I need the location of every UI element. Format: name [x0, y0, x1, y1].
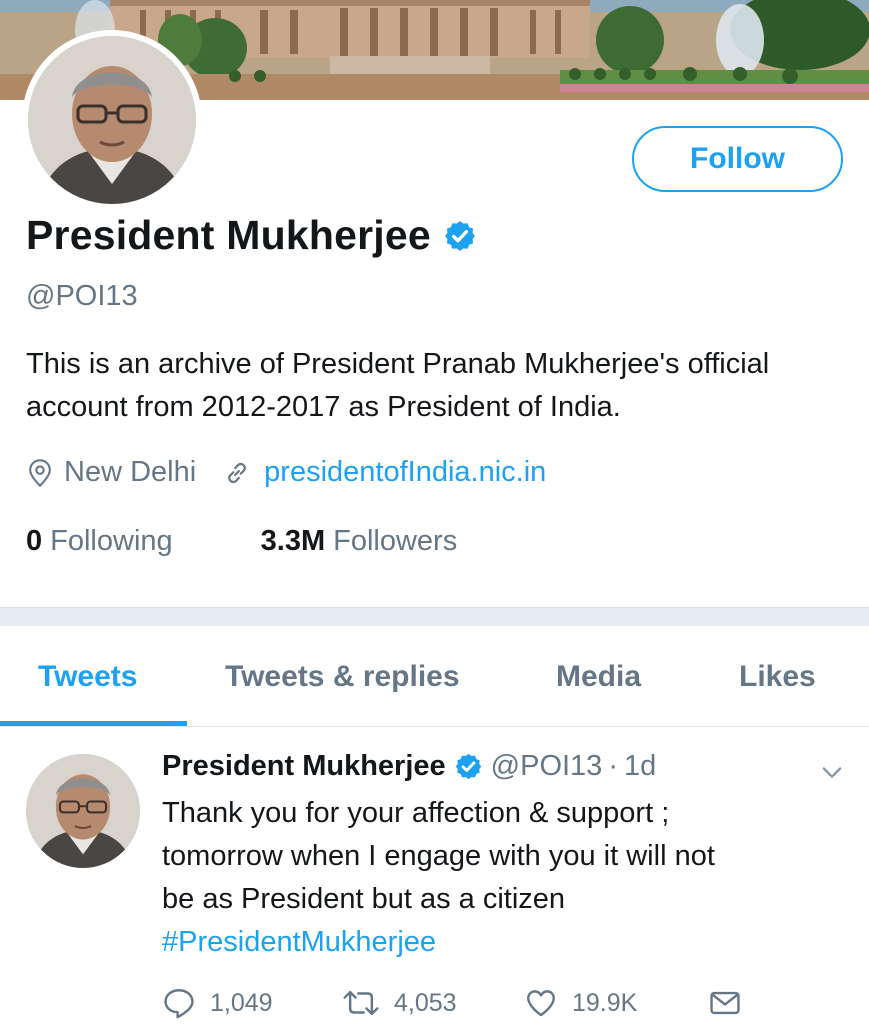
tweet-author-photo — [26, 754, 140, 868]
verified-badge-icon — [455, 753, 481, 780]
tweet-text: Thank you for your affection & support ;… — [162, 792, 852, 964]
followers-stat[interactable]: 3.3M Followers — [261, 525, 458, 558]
link-icon — [228, 462, 247, 483]
active-tab-indicator — [0, 721, 187, 726]
profile-location: New Delhi — [64, 456, 197, 488]
tweet-separator: · — [608, 750, 618, 782]
following-count: 0 — [26, 525, 43, 557]
like-count: 19.9K — [572, 988, 638, 1017]
direct-message-button[interactable] — [708, 986, 742, 1020]
tweet-text-line: Thank you for your affection & support ; — [162, 797, 670, 829]
retweet-icon — [343, 990, 379, 1016]
profile-name: President Mukherjee — [26, 212, 431, 258]
profile-website-link[interactable]: presidentofIndia.nic.in — [264, 456, 546, 489]
tab-tweets[interactable]: Tweets — [38, 660, 137, 694]
following-stat[interactable]: 0 Following — [26, 525, 173, 558]
profile-photo — [28, 36, 196, 204]
followers-label: Followers — [333, 525, 458, 557]
verified-badge-icon — [444, 220, 475, 251]
tweet-header: President Mukherjee @POI13 · 1d — [162, 750, 656, 783]
tweet-hashtag-link[interactable]: #PresidentMukherjee — [162, 921, 852, 964]
tweet-author-handle[interactable]: @POI13 — [491, 750, 603, 783]
tweet-actions: 1,049 4,053 19.9K — [162, 986, 862, 1026]
heart-icon — [527, 990, 555, 1017]
profile-meta: New Delhi presidentofIndia.nic.in — [26, 456, 546, 489]
profile-stats: 0 Following 3.3M Followers — [26, 525, 457, 558]
following-label: Following — [50, 525, 173, 557]
chevron-down-icon[interactable] — [818, 758, 846, 786]
profile-avatar[interactable] — [22, 30, 202, 210]
reply-count: 1,049 — [210, 988, 273, 1017]
tweet-author-name[interactable]: President Mukherjee — [162, 750, 446, 783]
tab-likes[interactable]: Likes — [739, 660, 816, 694]
profile-handle: @POI13 — [26, 280, 138, 312]
retweet-count: 4,053 — [394, 988, 457, 1017]
profile-tabs: Tweets Tweets & replies Media Likes — [0, 626, 869, 727]
envelope-icon — [710, 991, 740, 1015]
profile-name-row: President Mukherjee — [26, 212, 477, 259]
tweet-text-line: tomorrow when I engage with you it will … — [162, 840, 715, 872]
tweet-timestamp[interactable]: 1d — [624, 750, 656, 783]
tab-media[interactable]: Media — [556, 660, 641, 694]
tweet-avatar[interactable] — [26, 754, 140, 868]
location-pin-icon — [29, 458, 51, 487]
tweet-text-line: be as President but as a citizen — [162, 883, 566, 915]
section-divider — [0, 607, 869, 626]
retweet-button[interactable]: 4,053 — [342, 986, 457, 1020]
reply-button[interactable]: 1,049 — [162, 986, 273, 1020]
follow-button[interactable]: Follow — [632, 126, 843, 192]
followers-count: 3.3M — [260, 525, 326, 557]
tab-tweets-and-replies[interactable]: Tweets & replies — [225, 660, 460, 694]
reply-icon — [164, 989, 194, 1019]
profile-bio: This is an archive of President Pranab M… — [26, 348, 770, 423]
like-button[interactable]: 19.9K — [524, 986, 637, 1020]
